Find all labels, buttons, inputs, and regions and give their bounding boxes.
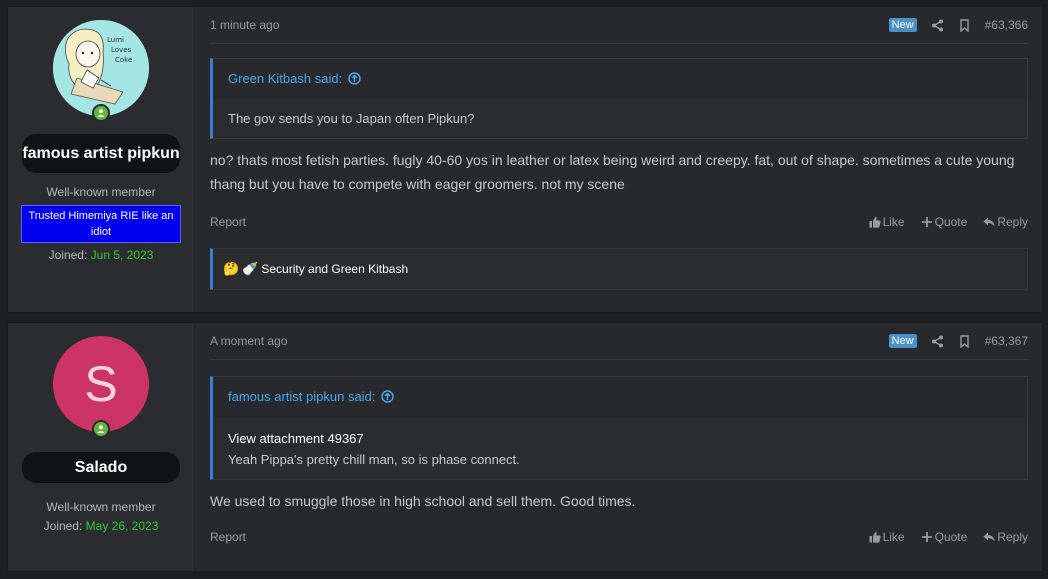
avatar-text-1: Lumi — [107, 36, 124, 44]
share-icon[interactable] — [931, 335, 944, 348]
reply-button[interactable]: Reply — [983, 530, 1028, 544]
user-title: Well-known member — [46, 185, 156, 199]
online-status-icon — [92, 104, 110, 122]
post-number[interactable]: #63,366 — [985, 18, 1028, 32]
reactions-users[interactable]: Security and Green Kitbash — [261, 262, 408, 276]
post-actions: Report Like Quote Reply — [210, 530, 1028, 544]
joined-label: Joined: — [48, 248, 88, 262]
quote-button[interactable]: Quote — [921, 215, 968, 229]
post-actions: Report Like Quote Reply — [210, 215, 1028, 229]
bottle-emoji-icon: 🍼 — [242, 261, 259, 276]
like-button[interactable]: Like — [869, 215, 905, 229]
quote-author[interactable]: famous artist pipkun said: — [228, 389, 375, 404]
reply-button[interactable]: Reply — [983, 215, 1028, 229]
quote-block: famous artist pipkun said: View attachme… — [210, 376, 1028, 480]
new-badge: New — [888, 18, 917, 32]
plus-icon — [921, 217, 932, 227]
post-time[interactable]: A moment ago — [210, 334, 889, 348]
thumbs-up-icon — [869, 531, 881, 543]
quote-body: The gov sends you to Japan often Pipkun? — [213, 99, 1027, 138]
user-info: S Salado Well-known member Joined: May 2… — [8, 323, 195, 571]
post: Lumi Loves Coke famous artist pipkun Wel… — [7, 6, 1043, 313]
quote-block: Green Kitbash said: The gov sends you to… — [210, 58, 1028, 139]
joined-info: Joined: Jun 5, 2023 — [49, 248, 154, 262]
quote-button[interactable]: Quote — [921, 530, 968, 544]
bookmark-icon[interactable] — [958, 334, 971, 348]
plus-icon — [921, 532, 932, 542]
arrow-up-circle-icon[interactable] — [348, 72, 361, 85]
new-badge: New — [888, 334, 917, 348]
post-time[interactable]: 1 minute ago — [210, 18, 889, 32]
share-icon[interactable] — [931, 19, 944, 32]
joined-info: Joined: May 26, 2023 — [44, 519, 159, 533]
joined-date: Jun 5, 2023 — [90, 248, 154, 262]
user-info: Lumi Loves Coke famous artist pipkun Wel… — [8, 7, 195, 312]
reply-icon — [983, 532, 995, 542]
username[interactable]: famous artist pipkun — [22, 134, 180, 173]
like-label: Like — [882, 530, 905, 544]
avatar-text-3: Coke — [115, 56, 132, 64]
user-title: Well-known member — [46, 500, 156, 514]
reply-label: Reply — [997, 530, 1028, 544]
arrow-up-circle-icon[interactable] — [381, 390, 395, 403]
thinking-emoji-icon: 🤔 — [223, 261, 240, 276]
report-button[interactable]: Report — [210, 215, 853, 229]
avatar-wrap: Lumi Loves Coke — [53, 20, 149, 122]
thumbs-up-icon — [869, 216, 881, 228]
avatar-drawing: Lumi Loves Coke — [53, 20, 149, 116]
joined-label: Joined: — [43, 519, 83, 533]
post-message: We used to smuggle those in high school … — [210, 493, 636, 509]
reactions-bar[interactable]: 🤔 🍼 Security and Green Kitbash — [210, 248, 1028, 290]
post-content: A moment ago New #63,367 famous artist p… — [195, 323, 1042, 571]
post-content: 1 minute ago New #63,366 Green Kitbash s… — [195, 7, 1042, 312]
quote-header: famous artist pipkun said: — [213, 377, 1027, 417]
quote-text: Yeah Pippa's pretty chill man, so is pha… — [228, 452, 520, 467]
quote-header: Green Kitbash said: — [213, 59, 1027, 99]
user-banner: Trusted Himemiya RIE like an idiot — [21, 205, 181, 243]
post-meta: A moment ago New #63,367 — [210, 323, 1028, 360]
avatar-wrap: S — [53, 336, 149, 438]
bookmark-icon[interactable] — [958, 18, 971, 32]
avatar[interactable]: S — [53, 336, 149, 432]
avatar-text-2: Loves — [111, 46, 132, 54]
like-button[interactable]: Like — [869, 530, 905, 544]
quote-label: Quote — [934, 530, 968, 544]
reply-icon — [983, 217, 995, 227]
post-message: no? thats most fetish parties. fugly 40-… — [210, 152, 1015, 192]
avatar[interactable]: Lumi Loves Coke — [53, 20, 149, 116]
reply-label: Reply — [997, 215, 1028, 229]
username[interactable]: Salado — [22, 452, 180, 483]
quote-author[interactable]: Green Kitbash said: — [228, 71, 342, 86]
like-label: Like — [882, 215, 905, 229]
report-button[interactable]: Report — [210, 530, 853, 544]
joined-date: May 26, 2023 — [85, 519, 159, 533]
post: S Salado Well-known member Joined: May 2… — [7, 322, 1043, 572]
post-meta: 1 minute ago New #63,366 — [210, 7, 1028, 44]
online-status-icon — [92, 420, 110, 438]
quote-label: Quote — [934, 215, 968, 229]
attachment-link[interactable]: View attachment 49367 — [228, 431, 1012, 446]
quote-body: View attachment 49367 Yeah Pippa's prett… — [213, 417, 1027, 479]
post-number[interactable]: #63,367 — [985, 334, 1028, 348]
